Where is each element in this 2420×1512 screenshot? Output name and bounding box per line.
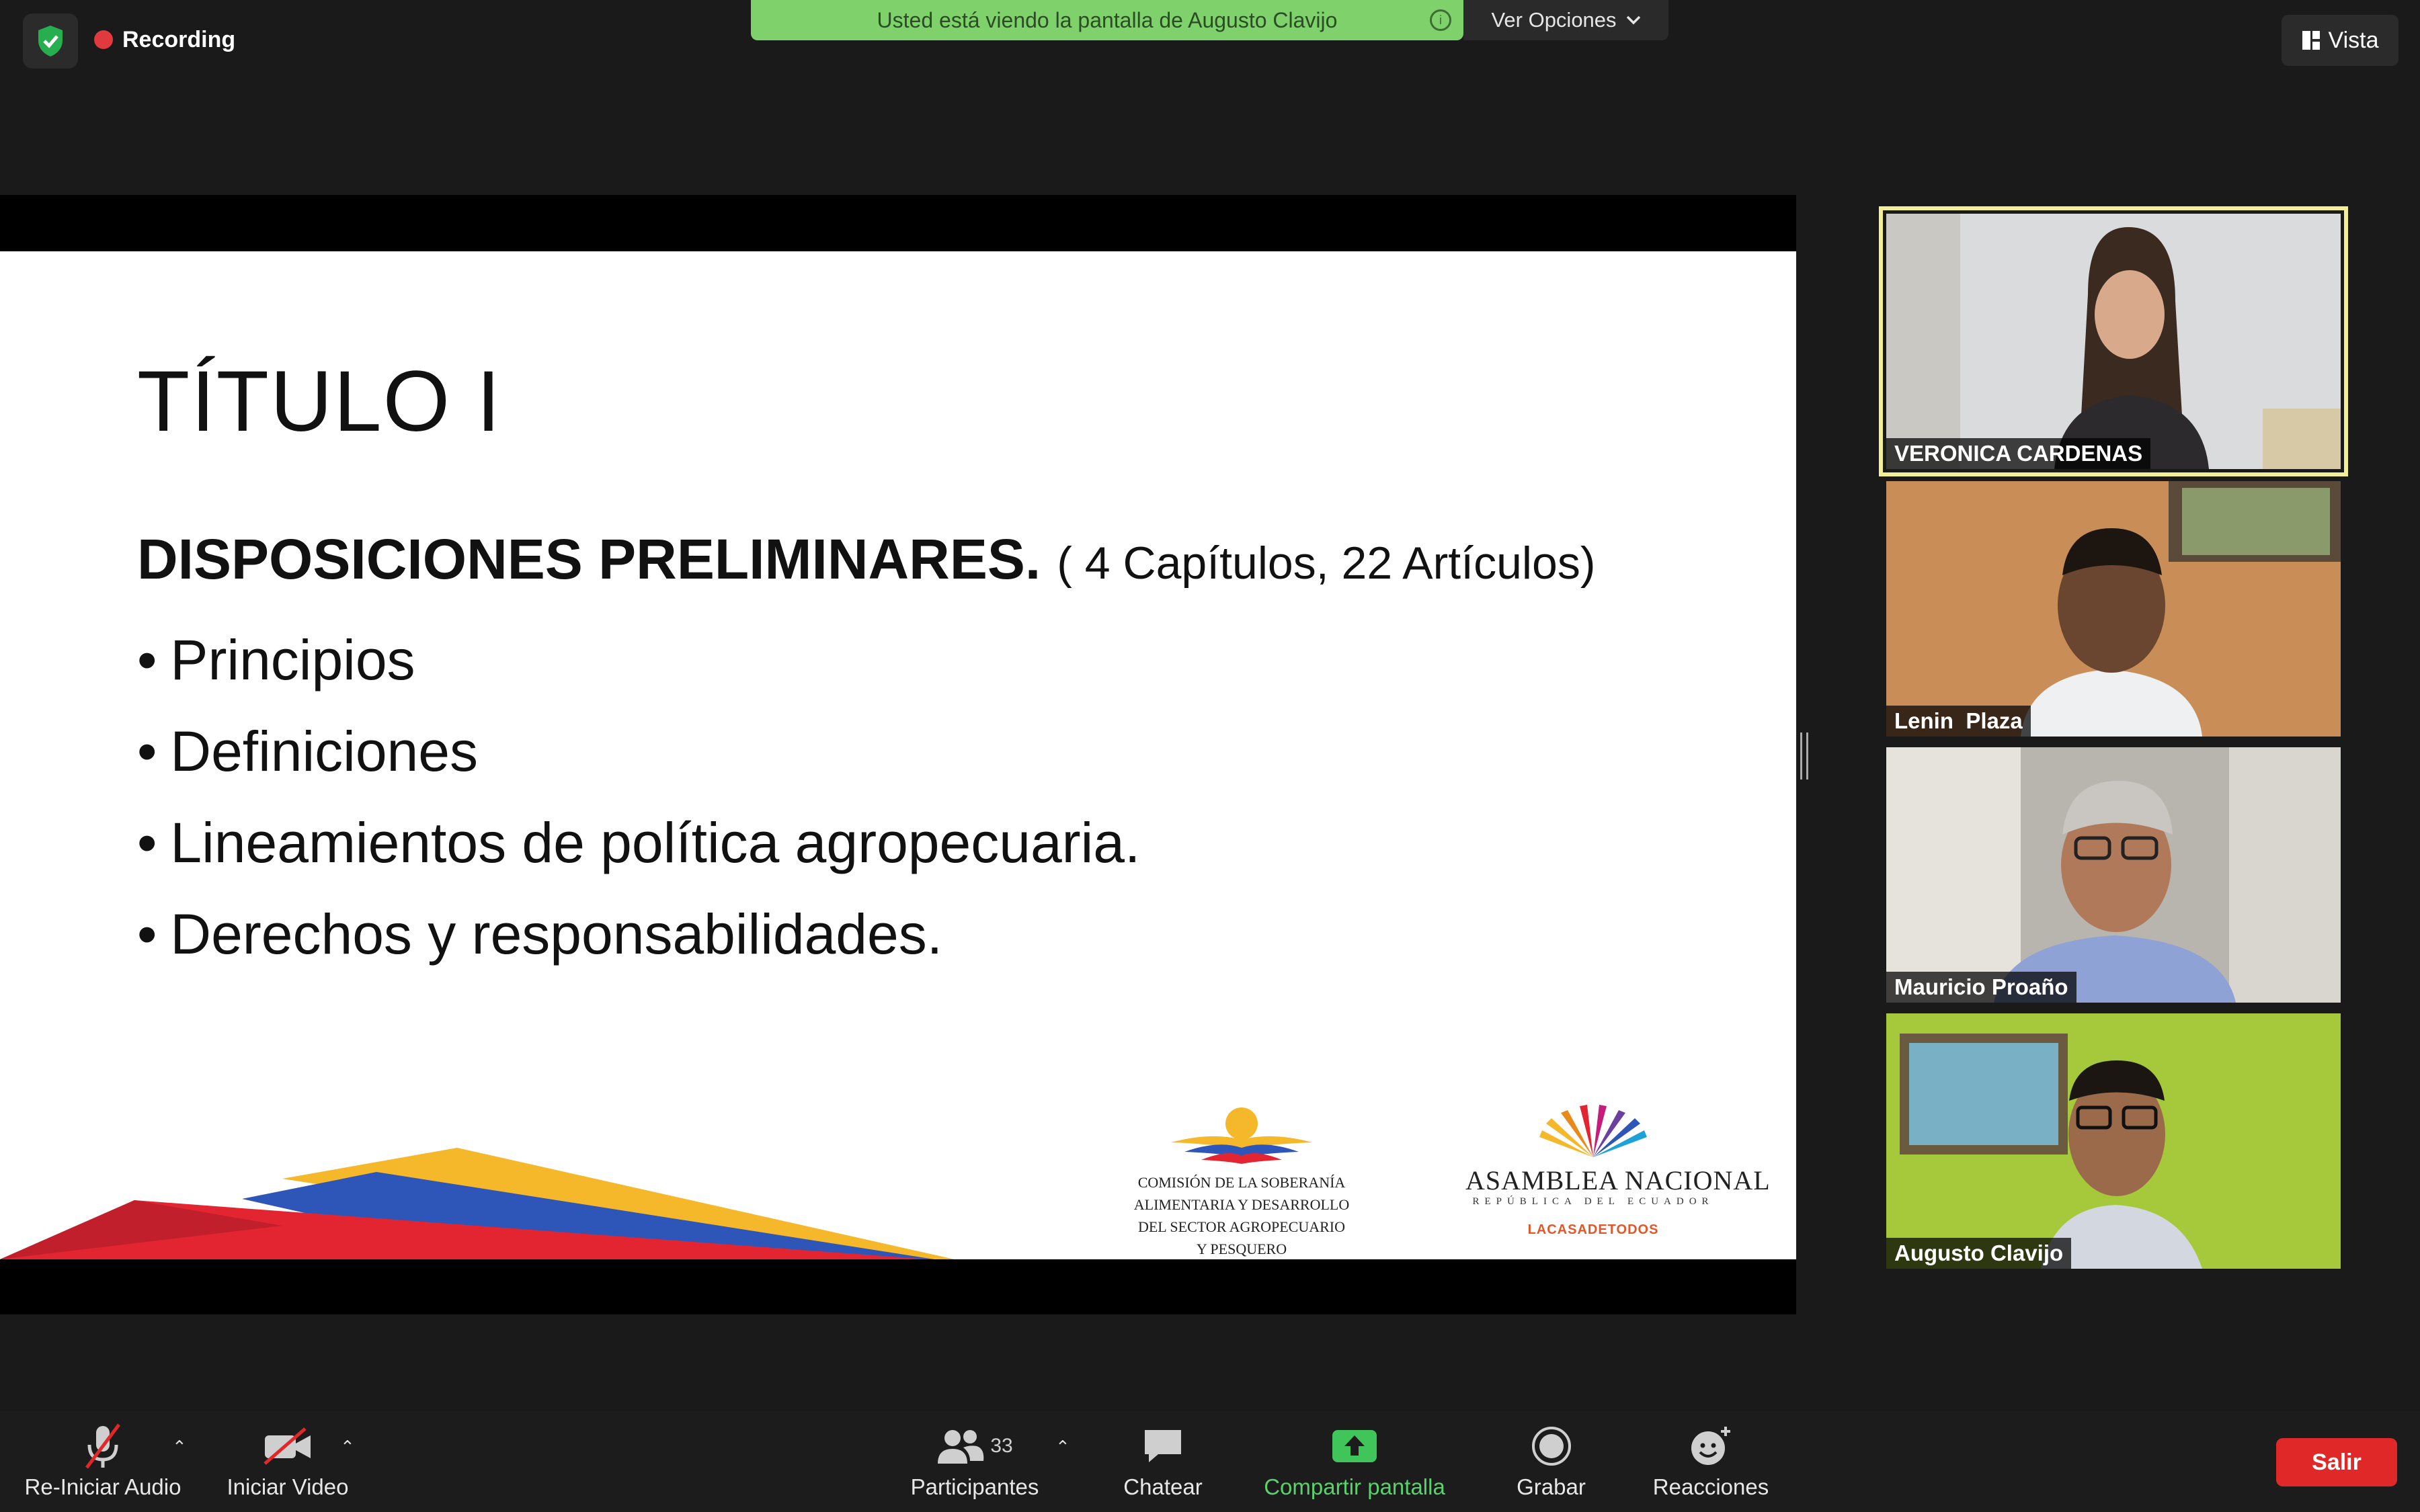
asamblea-tagline: LACASADETODOS bbox=[1527, 1222, 1659, 1237]
meeting-toolbar: Re-Iniciar Audio ⌃ Iniciar Video ⌃ 33 Pa… bbox=[0, 1411, 2420, 1512]
participant-name: Mauricio Proaño bbox=[1886, 972, 2076, 1003]
leave-meeting-label: Salir bbox=[2312, 1449, 2362, 1475]
participant-video bbox=[1886, 481, 2341, 737]
audio-button[interactable]: Re-Iniciar Audio bbox=[19, 1418, 187, 1505]
slide-bullet: Derechos y responsabilidades. bbox=[137, 888, 1140, 980]
participant-name: Augusto Clavijo bbox=[1886, 1238, 2072, 1269]
participant-tile[interactable]: Mauricio Proaño bbox=[1886, 747, 2341, 1003]
view-layout-label: Vista bbox=[2328, 27, 2379, 53]
view-options-label: Ver Opciones bbox=[1491, 8, 1617, 32]
flag-ribbon-decoration bbox=[0, 1148, 955, 1259]
slide-title: TÍTULO I bbox=[137, 353, 502, 450]
participants-button[interactable]: 33 Participantes bbox=[894, 1418, 1055, 1505]
split-view-handle[interactable] bbox=[1800, 732, 1808, 780]
chat-button-label: Chatear bbox=[1123, 1474, 1203, 1499]
reactions-button-label: Reacciones bbox=[1652, 1474, 1769, 1499]
video-options-caret-icon[interactable]: ⌃ bbox=[340, 1437, 355, 1458]
chat-button[interactable]: Chatear bbox=[1102, 1418, 1223, 1505]
participants-icon bbox=[938, 1430, 984, 1464]
audio-options-caret-icon[interactable]: ⌃ bbox=[172, 1437, 187, 1458]
shared-screen[interactable]: TÍTULO I DISPOSICIONES PRELIMINARES. ( 4 … bbox=[0, 195, 1796, 1314]
camera-off-icon bbox=[262, 1418, 313, 1474]
view-options-button[interactable]: Ver Opciones bbox=[1463, 0, 1668, 40]
view-layout-button[interactable]: Vista bbox=[2282, 15, 2398, 66]
banner-info-icon[interactable]: i bbox=[1430, 9, 1451, 31]
recording-dot-icon bbox=[94, 30, 113, 49]
asamblea-name: ASAMBLEA NACIONAL bbox=[1465, 1165, 1771, 1195]
participant-tile[interactable]: Lenin Plaza bbox=[1886, 481, 2341, 737]
participant-video bbox=[1886, 1013, 2341, 1269]
audio-button-label: Re-Iniciar Audio bbox=[24, 1474, 182, 1499]
asamblea-logo: ASAMBLEA NACIONAL REPÚBLICA DEL ECUADOR … bbox=[1465, 1105, 1771, 1238]
comision-emblem-icon bbox=[1171, 1107, 1312, 1164]
asamblea-subtitle: REPÚBLICA DEL ECUADOR bbox=[1472, 1196, 1714, 1207]
participant-tile[interactable]: Augusto Clavijo bbox=[1886, 1013, 2341, 1269]
participants-options-caret-icon[interactable]: ⌃ bbox=[1055, 1437, 1070, 1458]
slide-subtitle: DISPOSICIONES PRELIMINARES. ( 4 Capítulos… bbox=[137, 527, 1595, 592]
slide-subtitle-bold: DISPOSICIONES PRELIMINARES. bbox=[137, 528, 1041, 591]
security-shield-icon[interactable] bbox=[23, 13, 78, 69]
layout-grid-icon bbox=[2302, 31, 2320, 50]
reactions-button[interactable]: Reacciones bbox=[1640, 1418, 1781, 1505]
share-screen-button[interactable]: Compartir pantalla bbox=[1250, 1418, 1459, 1505]
participants-count: 33 bbox=[990, 1435, 1013, 1457]
participant-video bbox=[1886, 214, 2341, 469]
reactions-smiley-icon bbox=[1689, 1418, 1732, 1474]
participant-name: Lenin Plaza bbox=[1886, 706, 2031, 737]
slide-bullet-list: Principios Definiciones Lineamientos de … bbox=[137, 614, 1140, 980]
participants-icon-group: 33 bbox=[936, 1418, 1013, 1474]
slide-bullet: Principios bbox=[137, 614, 1140, 706]
record-button-label: Grabar bbox=[1517, 1474, 1586, 1499]
comision-logo-line: COMISIÓN DE LA SOBERANÍA bbox=[1137, 1174, 1346, 1191]
asamblea-emblem-icon bbox=[1539, 1105, 1647, 1157]
leave-meeting-button[interactable]: Salir bbox=[2276, 1438, 2397, 1486]
recording-indicator[interactable]: Recording bbox=[94, 23, 235, 56]
comision-logo-line: DEL SECTOR AGROPECUARIO bbox=[1137, 1218, 1346, 1235]
record-button[interactable]: Grabar bbox=[1492, 1418, 1610, 1505]
comision-logo-line: ALIMENTARIA Y DESARROLLO bbox=[1133, 1196, 1350, 1213]
share-screen-label: Compartir pantalla bbox=[1264, 1474, 1445, 1499]
participant-video bbox=[1886, 747, 2341, 1003]
comision-logo: COMISIÓN DE LA SOBERANÍA ALIMENTARIA Y D… bbox=[1124, 1105, 1359, 1257]
share-screen-icon bbox=[1331, 1418, 1378, 1474]
video-button[interactable]: Iniciar Video bbox=[214, 1418, 362, 1505]
slide-subtitle-note: ( 4 Capítulos, 22 Artículos) bbox=[1057, 538, 1596, 589]
participant-name: VERONICA CARDENAS bbox=[1886, 438, 2151, 469]
screen-share-banner: Usted está viendo la pantalla de Augusto… bbox=[751, 0, 1463, 40]
share-banner-text: Usted está viendo la pantalla de Augusto… bbox=[877, 7, 1338, 32]
presentation-slide: TÍTULO I DISPOSICIONES PRELIMINARES. ( 4 … bbox=[0, 251, 1796, 1259]
microphone-muted-icon bbox=[81, 1418, 124, 1474]
slide-bullet: Lineamientos de política agropecuaria. bbox=[137, 797, 1140, 888]
recording-label: Recording bbox=[122, 26, 236, 52]
participants-button-label: Participantes bbox=[910, 1474, 1039, 1499]
video-button-label: Iniciar Video bbox=[227, 1474, 349, 1499]
participant-tile[interactable]: VERONICA CARDENAS bbox=[1879, 206, 2348, 476]
slide-bullet: Definiciones bbox=[137, 706, 1140, 797]
record-icon bbox=[1531, 1418, 1572, 1474]
chevron-down-icon bbox=[1626, 15, 1640, 25]
chat-bubble-icon bbox=[1142, 1418, 1184, 1474]
comision-logo-line: Y PESQUERO bbox=[1196, 1241, 1287, 1257]
